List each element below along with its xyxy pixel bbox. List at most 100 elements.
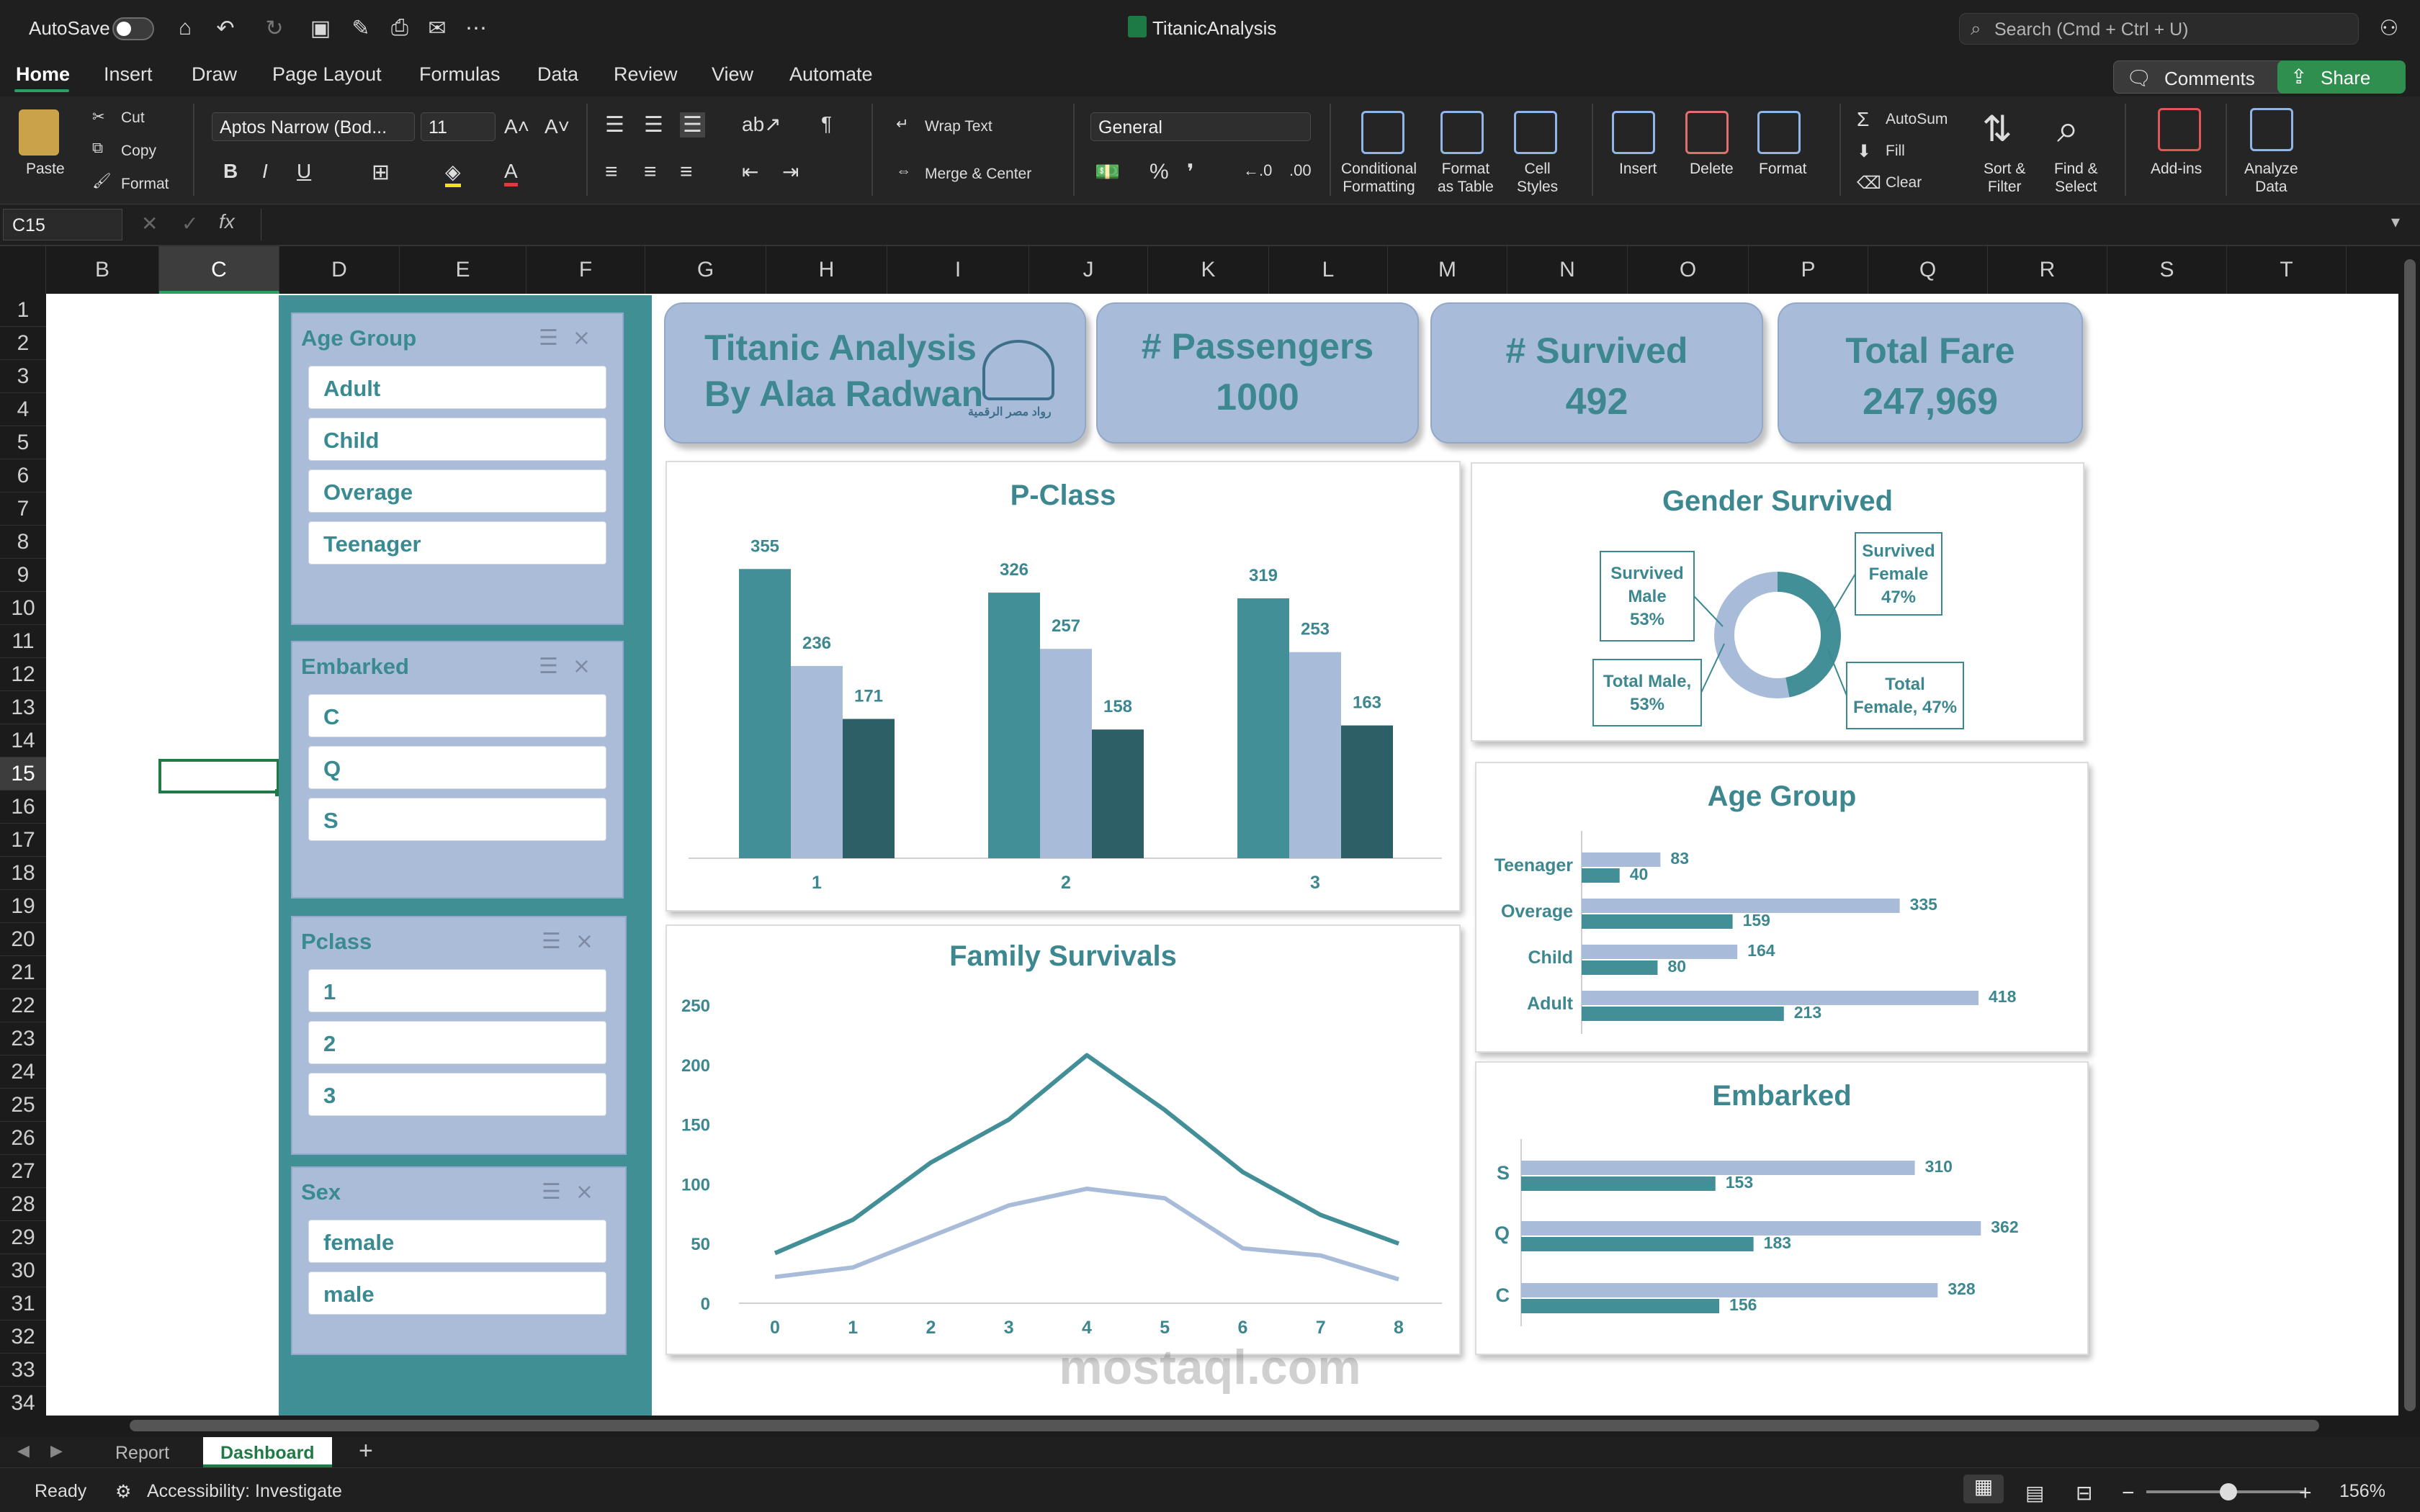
tab-draw[interactable]: Draw xyxy=(192,63,237,86)
sheet-tab-report[interactable]: Report xyxy=(98,1437,187,1467)
accessibility-icon[interactable]: ⚙ xyxy=(115,1481,131,1503)
row-header-18[interactable]: 18 xyxy=(0,857,46,890)
row-header-1[interactable]: 1 xyxy=(0,294,46,327)
multi-select-icon[interactable]: ☰⨯ xyxy=(542,929,608,954)
conditional-formatting-button[interactable]: Conditional Formatting xyxy=(1341,160,1417,196)
row-header-3[interactable]: 3 xyxy=(0,360,46,393)
redo-icon[interactable]: ↻ xyxy=(259,13,290,43)
row-header-19[interactable]: 19 xyxy=(0,890,46,923)
increase-decimal-icon[interactable]: ←.0 xyxy=(1243,161,1272,180)
row-header-16[interactable]: 16 xyxy=(0,791,46,824)
page-layout-view-icon[interactable]: ▤ xyxy=(2025,1481,2044,1505)
comma-icon[interactable]: ❜ xyxy=(1187,160,1194,185)
horizontal-scroll-thumb[interactable] xyxy=(130,1420,2319,1431)
align-left-icon[interactable]: ≡ xyxy=(605,160,618,184)
function-icon[interactable]: fx xyxy=(219,210,235,233)
tab-view[interactable]: View xyxy=(712,63,753,86)
row-header-24[interactable]: 24 xyxy=(0,1056,46,1089)
find-select-button[interactable]: Find & Select xyxy=(2054,160,2098,196)
slicer-item[interactable]: 3 xyxy=(308,1073,606,1116)
row-header-26[interactable]: 26 xyxy=(0,1122,46,1155)
expand-formula-icon[interactable]: ▾ xyxy=(2391,212,2400,233)
row-header-22[interactable]: 22 xyxy=(0,989,46,1022)
row-header-29[interactable]: 29 xyxy=(0,1221,46,1254)
column-header-c[interactable]: C xyxy=(159,246,279,294)
autosum-button[interactable]: AutoSum xyxy=(1886,111,1948,128)
wrap-text-icon[interactable]: ↵ xyxy=(896,115,909,133)
tab-formulas[interactable]: Formulas xyxy=(419,63,501,86)
row-header-9[interactable]: 9 xyxy=(0,559,46,592)
column-header-n[interactable]: N xyxy=(1507,246,1628,294)
sort-filter-button[interactable]: Sort & Filter xyxy=(1984,160,2025,196)
format-as-table-button[interactable]: Format as Table xyxy=(1438,160,1494,196)
italic-icon[interactable]: I xyxy=(262,160,268,183)
slicer-item[interactable]: Q xyxy=(308,746,606,789)
column-header-p[interactable]: P xyxy=(1749,246,1868,294)
column-header-r[interactable]: R xyxy=(1988,246,2107,294)
more-icon[interactable]: ⋯ xyxy=(461,13,491,43)
delete-cells-button[interactable]: Delete xyxy=(1690,160,1734,178)
page-break-view-icon[interactable]: ⊟ xyxy=(2076,1481,2092,1505)
row-header-11[interactable]: 11 xyxy=(0,625,46,658)
slicer-age-group[interactable]: Age Group ☰⨯ Adult Child Overage Teenage… xyxy=(291,312,624,625)
slicer-item[interactable]: Overage xyxy=(308,469,606,513)
cut-button[interactable]: Cut xyxy=(121,109,145,127)
align-top-icon[interactable]: ☰ xyxy=(605,112,624,138)
selected-cell[interactable] xyxy=(158,759,282,796)
undo-icon[interactable]: ↶ xyxy=(210,13,241,43)
row-header-32[interactable]: 32 xyxy=(0,1320,46,1354)
column-header-i[interactable]: I xyxy=(887,246,1029,294)
edit-icon[interactable]: ✎ xyxy=(346,13,376,43)
align-bottom-icon[interactable]: ☰ xyxy=(680,112,705,138)
row-header-2[interactable]: 2 xyxy=(0,327,46,360)
home-icon[interactable]: ⌂ xyxy=(170,13,200,43)
tab-page-layout[interactable]: Page Layout xyxy=(272,63,382,86)
slicer-item[interactable]: S xyxy=(308,798,606,841)
slicer-item[interactable]: male xyxy=(308,1272,606,1315)
zoom-in-icon[interactable]: + xyxy=(2299,1481,2312,1506)
row-header-14[interactable]: 14 xyxy=(0,724,46,757)
column-header-t[interactable]: T xyxy=(2227,246,2347,294)
column-header-f[interactable]: F xyxy=(526,246,645,294)
column-header-b[interactable]: B xyxy=(46,246,159,294)
column-header-h[interactable]: H xyxy=(766,246,887,294)
column-header-l[interactable]: L xyxy=(1269,246,1388,294)
tab-data[interactable]: Data xyxy=(537,63,578,86)
chart-age-group[interactable]: Age Group Teenager 83 40 Overage 335 159 Child… xyxy=(1475,762,2089,1053)
align-middle-icon[interactable]: ☰ xyxy=(644,112,663,138)
bold-icon[interactable]: B xyxy=(223,160,238,183)
slicer-item[interactable]: female xyxy=(308,1220,606,1263)
clear-button[interactable]: Clear xyxy=(1886,174,1922,192)
chart-gender-survived[interactable]: Gender Survived Survived Male 53% Survived F… xyxy=(1471,462,2084,742)
clear-icon[interactable]: ⌫ xyxy=(1857,173,1881,194)
slicer-item[interactable]: Adult xyxy=(308,366,606,409)
insert-cells-icon[interactable] xyxy=(1612,111,1655,154)
column-header-s[interactable]: S xyxy=(2107,246,2227,294)
row-header-6[interactable]: 6 xyxy=(0,459,46,492)
analyze-data-icon[interactable] xyxy=(2250,108,2293,151)
align-right-icon[interactable]: ≡ xyxy=(680,160,693,184)
accessibility-status[interactable]: Accessibility: Investigate xyxy=(147,1481,342,1502)
increase-indent-icon[interactable]: ⇥ xyxy=(782,160,799,184)
row-header-28[interactable]: 28 xyxy=(0,1188,46,1221)
row-header-13[interactable]: 13 xyxy=(0,691,46,724)
zoom-out-icon[interactable]: − xyxy=(2122,1481,2135,1506)
fill-button[interactable]: Fill xyxy=(1886,143,1905,160)
format-as-table-icon[interactable] xyxy=(1440,111,1484,154)
align-center-icon[interactable]: ≡ xyxy=(644,160,657,184)
borders-icon[interactable]: ⊞ xyxy=(372,160,390,185)
decrease-font-icon[interactable]: A˅ xyxy=(544,115,570,138)
row-header-30[interactable]: 30 xyxy=(0,1254,46,1287)
slicer-item[interactable]: 1 xyxy=(308,969,606,1012)
add-sheet-icon[interactable]: + xyxy=(359,1437,373,1465)
analyze-data-button[interactable]: Analyze Data xyxy=(2244,160,2298,196)
normal-view-icon[interactable]: ▦ xyxy=(1963,1475,2004,1503)
wrap-text-button[interactable]: Wrap Text xyxy=(925,118,992,135)
row-header-27[interactable]: 27 xyxy=(0,1155,46,1188)
delete-cells-icon[interactable] xyxy=(1685,111,1729,154)
copy-button[interactable]: Copy xyxy=(121,143,156,160)
insert-cells-button[interactable]: Insert xyxy=(1619,160,1657,178)
column-header-k[interactable]: K xyxy=(1148,246,1269,294)
row-header-31[interactable]: 31 xyxy=(0,1287,46,1320)
autosum-icon[interactable]: Σ xyxy=(1857,108,1869,131)
